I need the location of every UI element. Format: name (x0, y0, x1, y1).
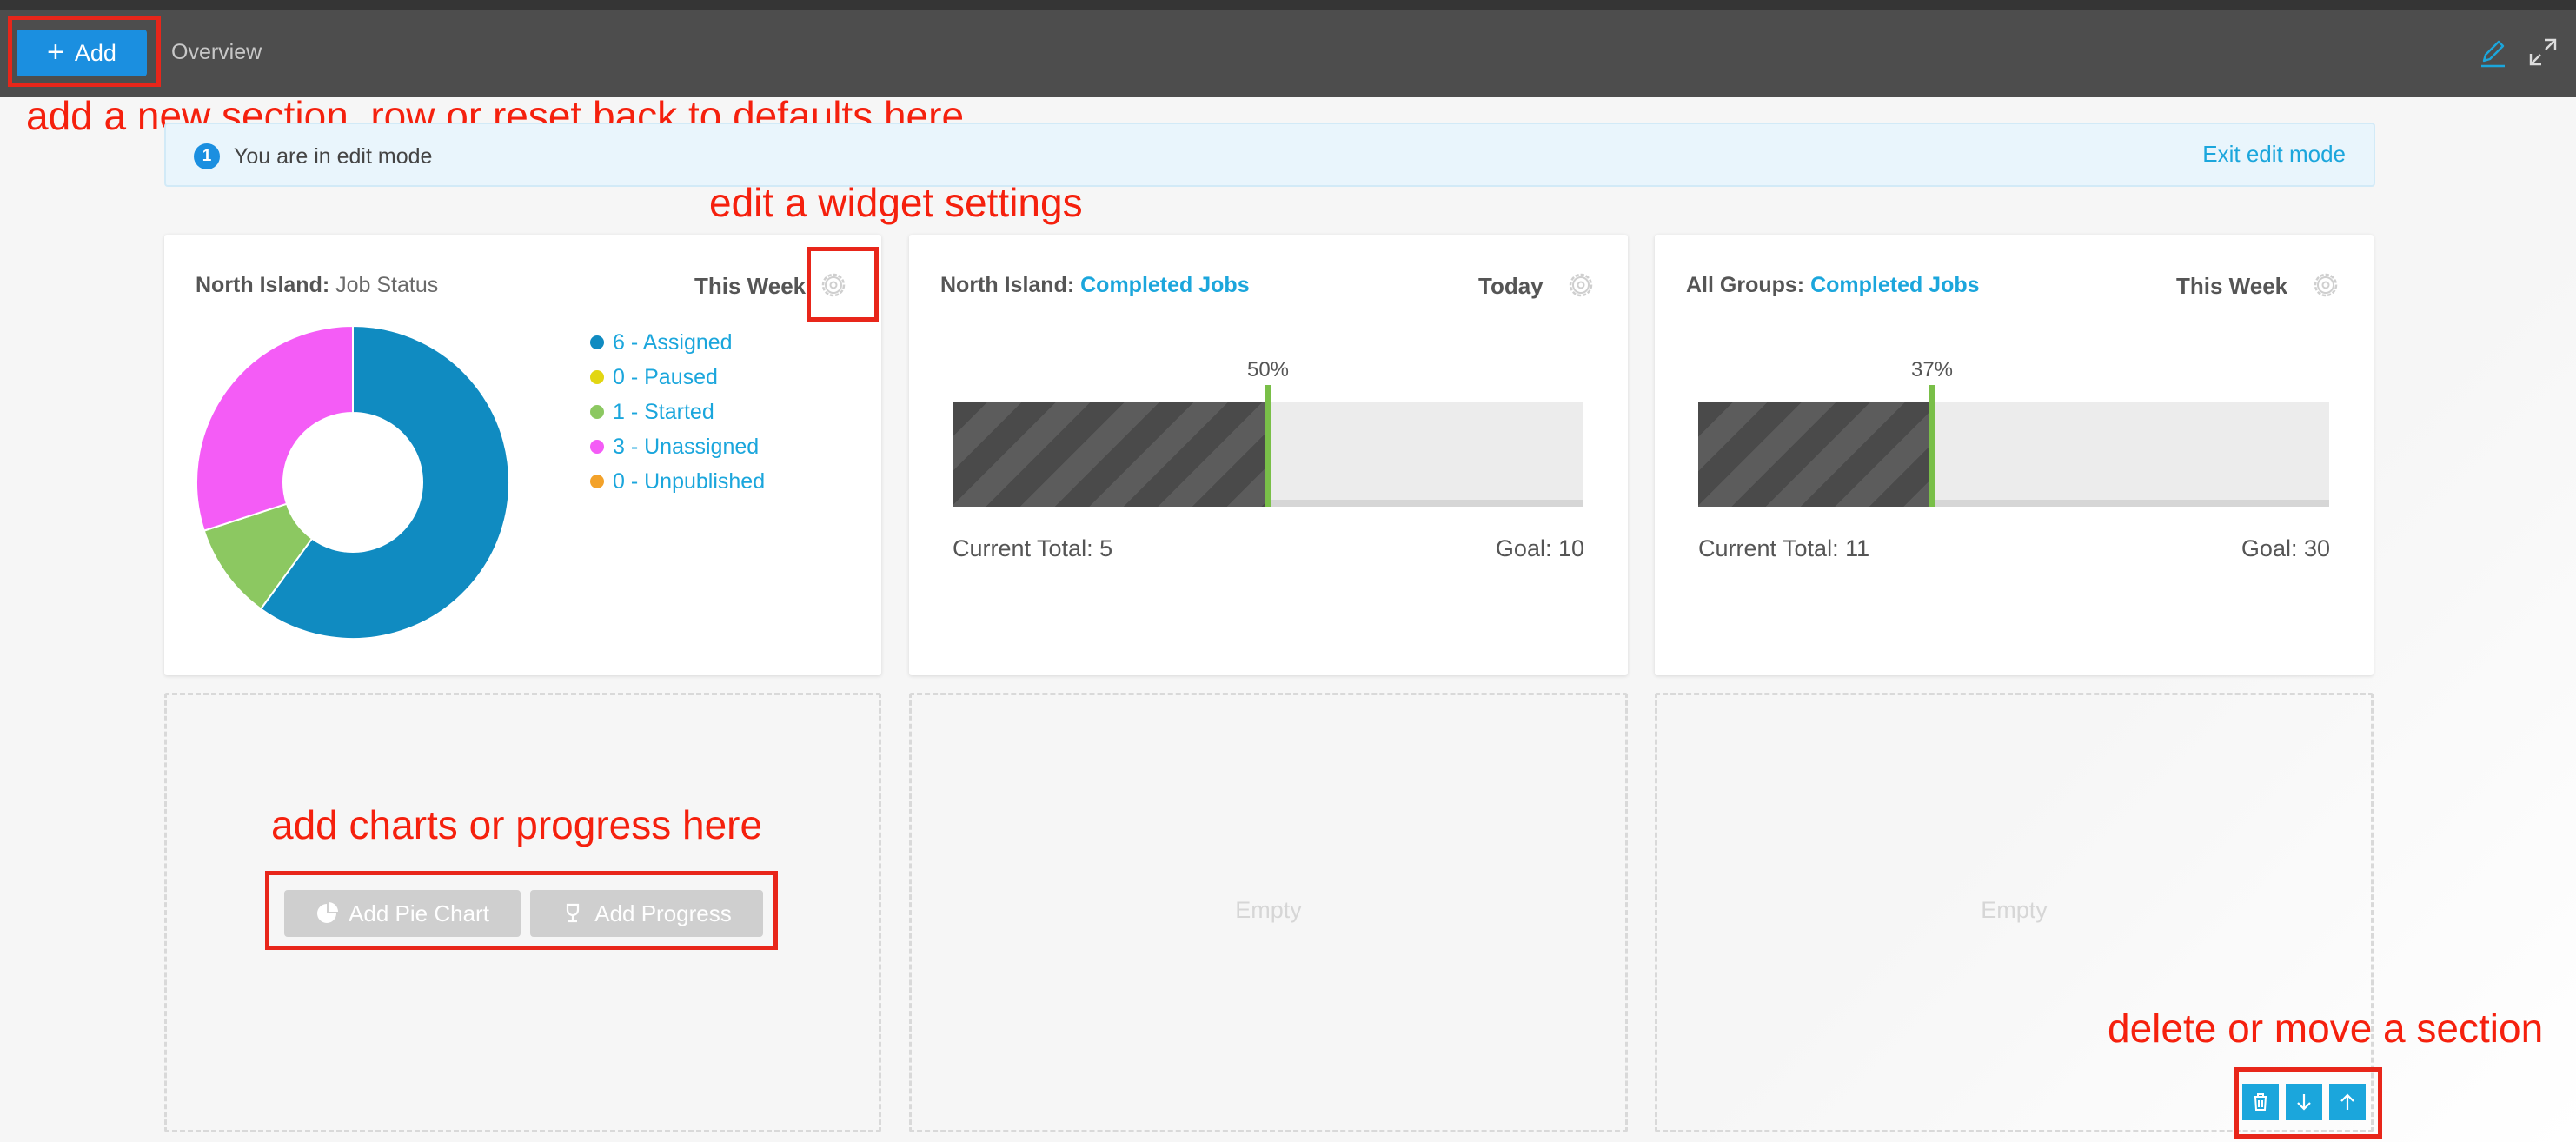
legend-item[interactable]: 6 - Assigned (590, 325, 765, 360)
info-badge: 1 (194, 143, 220, 169)
progress-fill (1698, 402, 1932, 507)
gear-icon[interactable] (2310, 269, 2341, 301)
section-controls-highlight-box (2234, 1067, 2382, 1139)
gear-highlight-box (807, 247, 879, 322)
empty-widget-slot: Empty (909, 693, 1628, 1132)
legend-item[interactable]: 0 - Paused (590, 360, 765, 395)
progress-track (953, 385, 1583, 507)
tab-overview[interactable]: Overview (171, 40, 262, 65)
legend-item[interactable]: 1 - Started (590, 395, 765, 429)
legend-dot (590, 405, 604, 419)
current-total-label: Current Total: 11 (1698, 535, 1870, 561)
annotation-edit-widget: edit a widget settings (709, 180, 1083, 225)
annotation-add-charts: add charts or progress here (271, 802, 763, 847)
widget-title: North Island: Job Status (196, 273, 439, 297)
top-strip (0, 0, 2576, 10)
legend-label: 6 - Assigned (613, 329, 733, 355)
job-status-widget: North Island: Job Status This Week 6 - A… (164, 235, 881, 675)
legend-item[interactable]: 0 - Unpublished (590, 464, 765, 499)
legend-dot (590, 370, 604, 384)
empty-label: Empty (1235, 897, 1302, 923)
widget-period: Today (1478, 273, 1544, 299)
legend-label: 0 - Paused (613, 364, 718, 389)
exit-edit-mode-link[interactable]: Exit edit mode (2202, 141, 2346, 168)
legend-dot (590, 335, 604, 349)
gear-icon[interactable] (1565, 269, 1597, 301)
widget-title: North Island: Completed Jobs (940, 273, 1250, 297)
goal-label: Goal: 10 (1495, 535, 1584, 561)
expand-icon[interactable] (2526, 35, 2560, 70)
legend-dot (590, 475, 604, 488)
legend-label: 3 - Unassigned (613, 434, 760, 459)
edit-mode-notice: 1 You are in edit mode Exit edit mode (164, 123, 2375, 187)
progress-marker (1929, 385, 1935, 507)
widget-title: All Groups: Completed Jobs (1686, 273, 1980, 297)
job-status-legend: 6 - Assigned 0 - Paused 1 - Started 3 - Una… (590, 325, 765, 499)
goal-label: Goal: 30 (2241, 535, 2330, 561)
legend-label: 1 - Started (613, 399, 714, 424)
toolbar: + Add Overview (0, 10, 2576, 97)
job-status-donut-chart (196, 325, 510, 640)
widget-period: This Week (2176, 273, 2288, 299)
edit-mode-text: You are in edit mode (234, 144, 433, 169)
progress-percent-label: 37% (1910, 358, 1954, 382)
completed-jobs-week-widget: All Groups: Completed Jobs This Week 37%… (1655, 235, 2374, 675)
progress-track (1698, 385, 2329, 507)
legend-dot (590, 440, 604, 454)
progress-marker (1265, 385, 1271, 507)
progress-fill (953, 402, 1268, 507)
empty-label: Empty (1981, 897, 2048, 923)
completed-jobs-today-widget: North Island: Completed Jobs Today 50% C… (909, 235, 1628, 675)
widget-period: This Week (694, 273, 807, 299)
legend-item[interactable]: 3 - Unassigned (590, 429, 765, 464)
annotation-delete-move: delete or move a section (2108, 1006, 2544, 1051)
donut-slice-3 (196, 325, 354, 532)
current-total-label: Current Total: 5 (953, 535, 1113, 561)
progress-percent-label: 50% (1246, 358, 1290, 382)
add-buttons-highlight-box (265, 871, 778, 950)
add-highlight-box (8, 16, 161, 87)
pencil-icon[interactable] (2475, 35, 2510, 70)
legend-label: 0 - Unpublished (613, 468, 766, 494)
